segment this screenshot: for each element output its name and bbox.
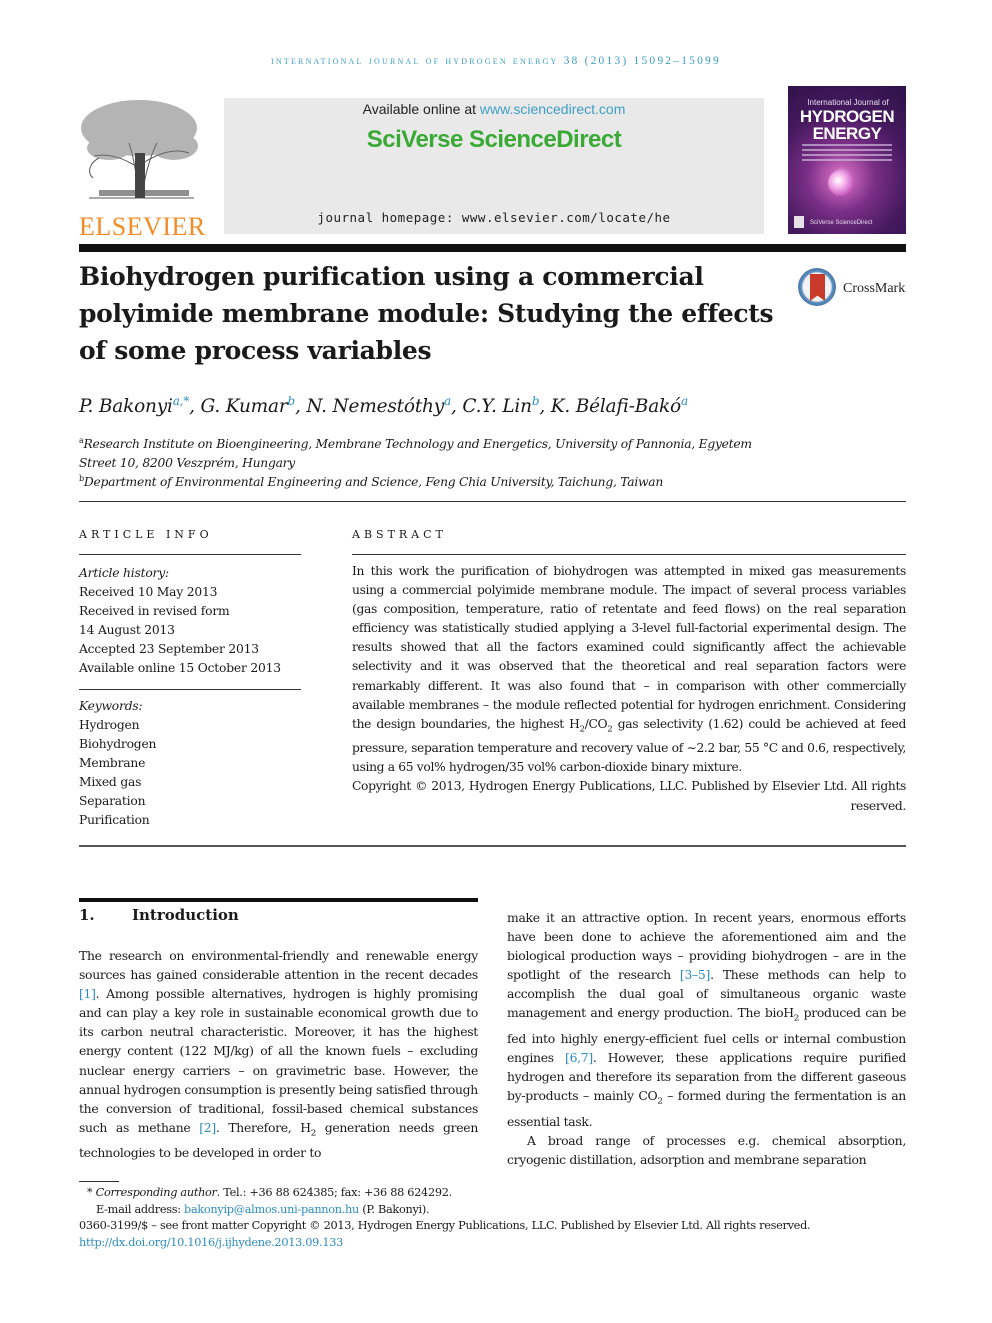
keywords-list: Keywords: Hydrogen Biohydrogen Membrane … [79, 697, 301, 830]
email-label: E-mail address: [96, 1202, 185, 1216]
section-heading-introduction: 1. Introduction [79, 906, 239, 924]
author[interactable]: G. Kumarb [200, 394, 296, 418]
abstract-text-part: /CO [584, 716, 608, 731]
section-rule [79, 898, 478, 902]
author-list: P. Bakonyia,*, G. Kumarb, N. Nemestóthya… [79, 394, 688, 418]
cover-title-line1: HYDROGEN [799, 107, 895, 126]
intro-paragraph-2: A broad range of processes e.g. chemical… [507, 1132, 906, 1168]
elsevier-wordmark: ELSEVIER [79, 212, 206, 241]
journal-cover-image[interactable]: International Journal of HYDROGEN ENERGY… [788, 86, 906, 234]
author-affiliation-mark[interactable]: b [288, 394, 296, 408]
citation-link[interactable]: [3–5] [680, 967, 710, 982]
author[interactable]: P. Bakonyia,* [79, 394, 190, 418]
author[interactable]: K. Bélafi-Bakóa [550, 394, 688, 418]
affiliation-text: Research Institute on Bioengineering, Me… [79, 437, 752, 471]
abstract-copyright-end: reserved. [850, 798, 907, 813]
keywords-label: Keywords: [79, 699, 143, 713]
section-number: 1. [79, 906, 95, 924]
email-note: E-mail address: bakonyip@almos.uni-panno… [79, 1202, 909, 1219]
affiliation-b: bDepartment of Environmental Engineering… [79, 469, 779, 492]
author-name: K. Bélafi-Bakó [550, 396, 681, 418]
sciencedirect-banner: Available online at www.sciencedirect.co… [224, 98, 764, 234]
subscript: 2 [310, 1128, 317, 1139]
cover-editor-lines [802, 144, 892, 164]
abstract-rule [352, 554, 906, 555]
corresponding-contact: . Tel.: +36 88 624385; fax: +36 88 62429… [216, 1186, 453, 1199]
abstract-text: In this work the purification of biohydr… [352, 562, 906, 777]
citation-link[interactable]: [1] [79, 986, 96, 1001]
affiliation-a: aResearch Institute on Bioengineering, M… [79, 431, 779, 473]
author-affiliation-mark[interactable]: b [532, 394, 540, 408]
abstract-text-part: In this work the purification of biohydr… [352, 564, 906, 731]
corresponding-label: Corresponding author [95, 1186, 217, 1199]
author-name: G. Kumar [200, 396, 288, 418]
keyword: Mixed gas [79, 775, 142, 789]
crossmark-button[interactable]: CrossMark [798, 268, 908, 308]
cover-orb-graphic [828, 170, 854, 196]
available-online: Available online at www.sciencedirect.co… [224, 101, 764, 117]
intro-paragraph-1-cont: make it an attractive option. In recent … [507, 910, 907, 1129]
abstract-body: In this work the purification of biohydr… [352, 562, 906, 816]
header-rule [79, 244, 906, 252]
cover-footer: SciVerse ScienceDirect [810, 220, 873, 226]
history-item: Available online 15 October 2013 [79, 661, 281, 675]
history-item: Received in revised form [79, 604, 230, 618]
history-item: 14 August 2013 [79, 623, 175, 637]
crossmark-label: CrossMark [843, 281, 906, 296]
author-name: C.Y. Lin [462, 396, 532, 418]
author-affiliation-mark[interactable]: a,* [173, 394, 190, 408]
subscript: 2 [657, 1096, 663, 1107]
cover-title: HYDROGEN ENERGY [788, 108, 906, 142]
body-column-right: make it an attractive option. In recent … [507, 908, 906, 1169]
affiliation-text: Department of Environmental Engineering … [83, 475, 664, 490]
keyword: Separation [79, 794, 146, 808]
keyword: Membrane [79, 756, 146, 770]
keyword: Purification [79, 813, 150, 827]
author-name: N. Nemestóthy [306, 396, 445, 418]
cover-subtitle: International Journal of [807, 98, 889, 107]
subscript: 2 [793, 1013, 800, 1024]
citation-link[interactable]: [2] [199, 1120, 216, 1135]
author[interactable]: N. Nemestóthya [306, 394, 451, 418]
sciencedirect-link[interactable]: www.sciencedirect.com [480, 101, 626, 117]
elsevier-logo[interactable]: ELSEVIER [79, 98, 206, 241]
intro-paragraph-1: The research on environmental-friendly a… [79, 948, 479, 1161]
doi-link[interactable]: http://dx.doi.org/10.1016/j.ijhydene.201… [79, 1236, 343, 1249]
author-affiliation-mark[interactable]: a [444, 394, 451, 408]
issn-line: 0360-3199/$ – see front matter Copyright… [79, 1219, 811, 1232]
author-affiliation-mark[interactable]: a [681, 394, 688, 408]
keyword: Hydrogen [79, 718, 140, 732]
cover-elsevier-mark [794, 216, 804, 228]
abstract-heading: ABSTRACT [352, 528, 447, 541]
article-history-label: Article history: [79, 566, 169, 580]
frontmatter-divider [79, 845, 906, 847]
abstract-copyright: Copyright © 2013, Hydrogen Energy Public… [352, 779, 906, 794]
sciverse-sciencedirect-logo[interactable]: SciVerse ScienceDirect [224, 126, 764, 154]
available-prefix: Available online at [362, 101, 480, 117]
history-item: Accepted 23 September 2013 [79, 642, 259, 656]
section-title: Introduction [132, 906, 239, 924]
cover-title-line2: ENERGY [812, 124, 882, 143]
article-title: Biohydrogen purification using a commerc… [79, 262, 774, 365]
running-head: INTERNATIONAL JOURNAL OF HYDROGEN ENERGY… [271, 55, 721, 67]
footnote-rule [79, 1181, 119, 1182]
email-suffix: (P. Bakonyi). [359, 1202, 430, 1216]
elsevier-tree-icon [81, 100, 198, 199]
article-info-rule [79, 554, 301, 555]
keyword: Biohydrogen [79, 737, 157, 751]
journal-homepage[interactable]: journal homepage: www.elsevier.com/locat… [224, 210, 764, 225]
email-link[interactable]: bakonyip@almos.uni-pannon.hu [184, 1203, 359, 1216]
citation-link[interactable]: [6,7] [565, 1050, 593, 1065]
corresponding-author-note: * Corresponding author. Tel.: +36 88 624… [87, 1186, 453, 1199]
affiliation-divider [79, 501, 906, 502]
author-name: P. Bakonyi [79, 396, 173, 418]
footnotes: * Corresponding author. Tel.: +36 88 624… [79, 1185, 909, 1251]
keywords-rule [79, 689, 301, 690]
author[interactable]: C.Y. Linb [462, 394, 540, 418]
body-column-left: The research on environmental-friendly a… [79, 946, 478, 1163]
history-item: Received 10 May 2013 [79, 585, 218, 599]
article-info-heading: ARTICLE INFO [79, 528, 213, 541]
article-history: Article history: Received 10 May 2013 Re… [79, 564, 301, 678]
